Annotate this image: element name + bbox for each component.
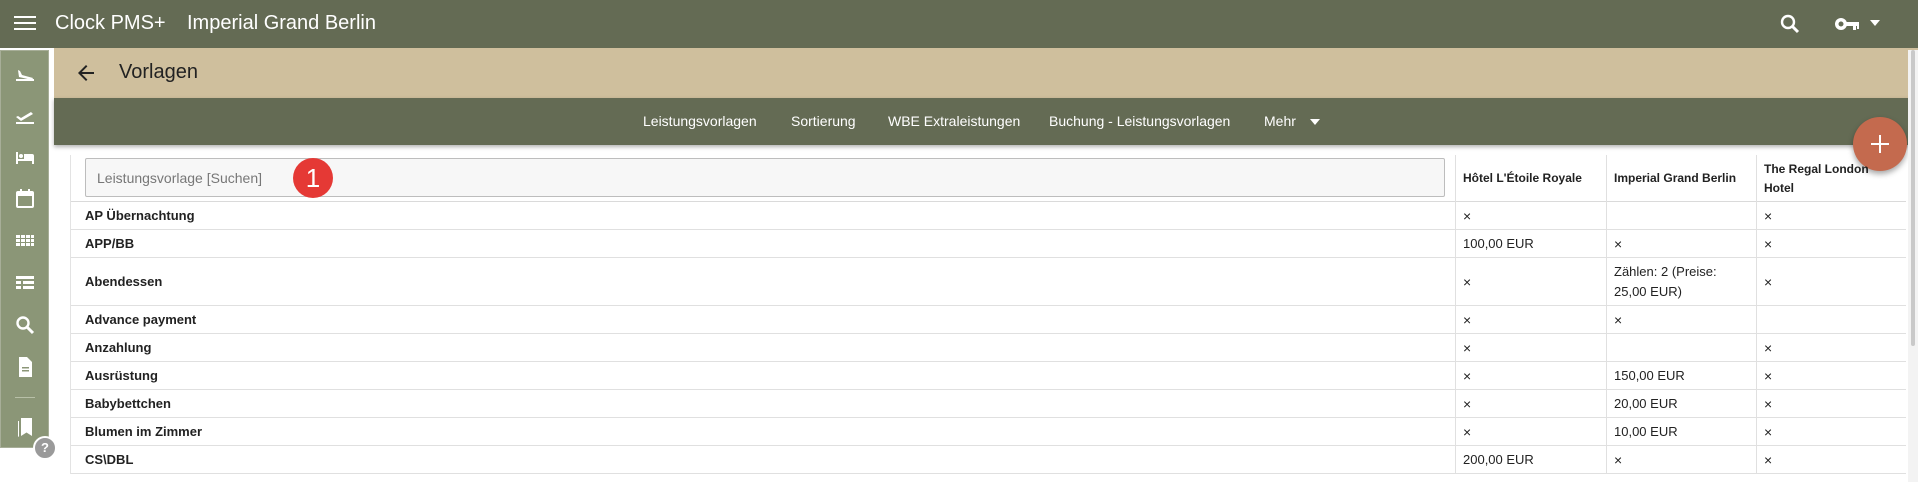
row-name: Ausrüstung <box>85 368 158 383</box>
help-button[interactable]: ? <box>33 436 57 460</box>
rooms-icon[interactable] <box>11 143 39 171</box>
table-cell: 10,00 EUR <box>1606 418 1756 445</box>
table-cell: × <box>1606 306 1756 333</box>
table-row[interactable]: APP/BB 100,00 EUR × × <box>71 230 1906 258</box>
table-row[interactable]: AP Übernachtung × × <box>71 202 1906 230</box>
document-icon[interactable] <box>11 353 39 381</box>
table-row[interactable]: CS\DBL 200,00 EUR × × <box>71 446 1906 474</box>
table-cell: 150,00 EUR <box>1606 362 1756 389</box>
table-cell: Zählen: 2 (Preise: 25,00 EUR) <box>1606 258 1756 305</box>
app-name: Clock PMS+ <box>55 12 166 34</box>
table-cell: × <box>1455 258 1606 305</box>
search-icon[interactable] <box>11 311 39 339</box>
table-cell: 200,00 EUR <box>1455 446 1606 473</box>
table-row[interactable]: Advance payment × × <box>71 306 1906 334</box>
table-row[interactable]: Ausrüstung × 150,00 EUR × <box>71 362 1906 390</box>
table-cell: × <box>1455 334 1606 361</box>
table-cell: × <box>1756 258 1907 305</box>
row-name: APP/BB <box>85 236 135 251</box>
page-header: Vorlagen <box>54 48 1918 98</box>
grid-icon[interactable] <box>11 227 39 255</box>
table-cell: × <box>1606 446 1756 473</box>
tab-buchung-leistungsvorlagen[interactable]: Buchung - Leistungsvorlagen <box>1049 113 1230 129</box>
tab-mehr[interactable]: Mehr <box>1264 113 1296 129</box>
table-row[interactable]: Abendessen × Zählen: 2 (Preise: 25,00 EUR)… <box>71 258 1906 306</box>
chevron-down-icon[interactable] <box>1868 16 1882 30</box>
back-arrow-icon[interactable] <box>74 61 98 85</box>
row-name: Abendessen <box>85 274 163 289</box>
table-cell: × <box>1756 334 1907 361</box>
calendar-icon[interactable] <box>11 185 39 213</box>
row-name: Advance payment <box>85 312 197 327</box>
table-cell: × <box>1606 230 1756 257</box>
table-row[interactable]: Blumen im Zimmer × 10,00 EUR × <box>71 418 1906 446</box>
tab-sortierung[interactable]: Sortierung <box>791 113 856 129</box>
table-body: AP Übernachtung × × APP/BB 100,00 EUR × × Abend… <box>71 202 1906 474</box>
table-cell: × <box>1756 390 1907 417</box>
table-cell: × <box>1756 202 1907 229</box>
table-header: Hôtel L'Étoile Royale Imperial Grand Ber… <box>71 155 1906 202</box>
tab-bar: Leistungsvorlagen Sortierung WBE Extrale… <box>54 98 1918 145</box>
arrivals-icon[interactable] <box>11 59 39 87</box>
table-cell <box>1606 202 1756 229</box>
bookmarks-icon[interactable] <box>11 413 39 441</box>
table-row[interactable]: Anzahlung × × <box>71 334 1906 362</box>
table-cell: 100,00 EUR <box>1455 230 1606 257</box>
search-icon[interactable] <box>1778 12 1802 36</box>
templates-table: Hôtel L'Étoile Royale Imperial Grand Ber… <box>70 155 1906 474</box>
scrollbar-thumb[interactable] <box>1911 50 1915 346</box>
table-cell: × <box>1756 446 1907 473</box>
top-app-bar: Clock PMS+ Imperial Grand Berlin <box>0 0 1918 48</box>
table-cell: × <box>1455 362 1606 389</box>
tab-wbe-extraleistungen[interactable]: WBE Extraleistungen <box>888 113 1020 129</box>
sidebar-divider <box>15 397 35 398</box>
column-header: The Regal London Hotel <box>1756 155 1907 202</box>
table-cell: × <box>1756 230 1907 257</box>
tab-leistungsvorlagen[interactable]: Leistungsvorlagen <box>643 113 757 129</box>
page-title: Vorlagen <box>119 61 198 83</box>
search-input[interactable] <box>86 159 1444 196</box>
row-name: Blumen im Zimmer <box>85 424 203 439</box>
table-row[interactable]: Babybettchen × 20,00 EUR × <box>71 390 1906 418</box>
chevron-down-icon[interactable] <box>1309 118 1321 126</box>
column-header: Hôtel L'Étoile Royale <box>1455 155 1606 202</box>
row-name: AP Übernachtung <box>85 208 195 223</box>
column-header: Imperial Grand Berlin <box>1606 155 1756 202</box>
key-icon[interactable] <box>1834 14 1860 34</box>
departures-icon[interactable] <box>11 101 39 129</box>
search-field[interactable] <box>85 158 1445 197</box>
sidebar <box>0 50 49 448</box>
table-cell: 20,00 EUR <box>1606 390 1756 417</box>
table-cell: × <box>1455 390 1606 417</box>
row-name: CS\DBL <box>85 452 134 467</box>
table-cell: × <box>1455 306 1606 333</box>
table-cell: × <box>1455 418 1606 445</box>
hamburger-menu-icon[interactable] <box>14 13 36 35</box>
table-cell <box>1606 334 1756 361</box>
row-name: Anzahlung <box>85 340 152 355</box>
property-name[interactable]: Imperial Grand Berlin <box>187 12 376 35</box>
row-name: Babybettchen <box>85 396 171 411</box>
annotation-badge: 1 <box>293 158 333 198</box>
table-cell: × <box>1756 418 1907 445</box>
table-cell: × <box>1756 362 1907 389</box>
table-view-icon[interactable] <box>11 269 39 297</box>
table-cell: × <box>1455 202 1606 229</box>
table-cell <box>1756 306 1907 333</box>
